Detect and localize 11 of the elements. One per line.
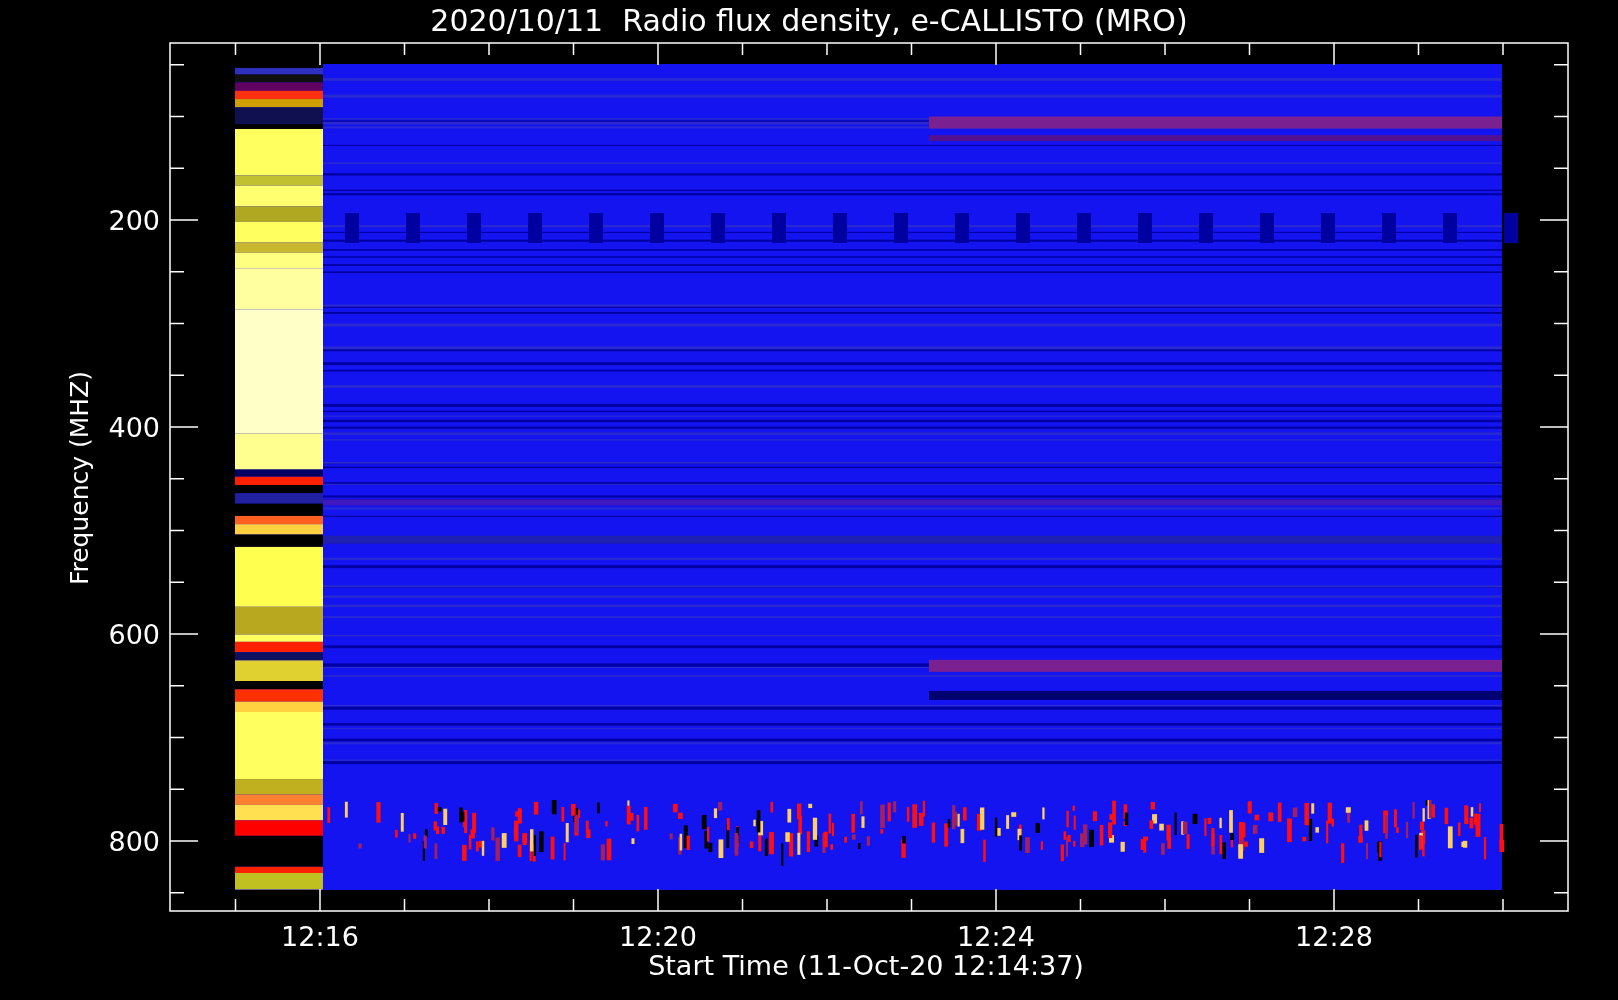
plot-title: 2020/10/11 Radio flux density, e-CALLISTO (MRO)	[430, 3, 1188, 38]
tick-label: 600	[108, 619, 160, 650]
tick-label: 12:28	[1295, 921, 1373, 952]
tick-label: 12:16	[281, 921, 359, 952]
axis-label: Start Time (11-Oct-20 12:14:37)	[648, 950, 1084, 981]
axis-label: Frequency (MHZ)	[65, 370, 94, 586]
tick-label: 12:20	[619, 921, 697, 952]
tick-label: 400	[108, 412, 160, 443]
tick-label: 800	[108, 826, 160, 857]
tick-label: 12:24	[957, 921, 1035, 952]
tick-label: 200	[108, 205, 160, 236]
